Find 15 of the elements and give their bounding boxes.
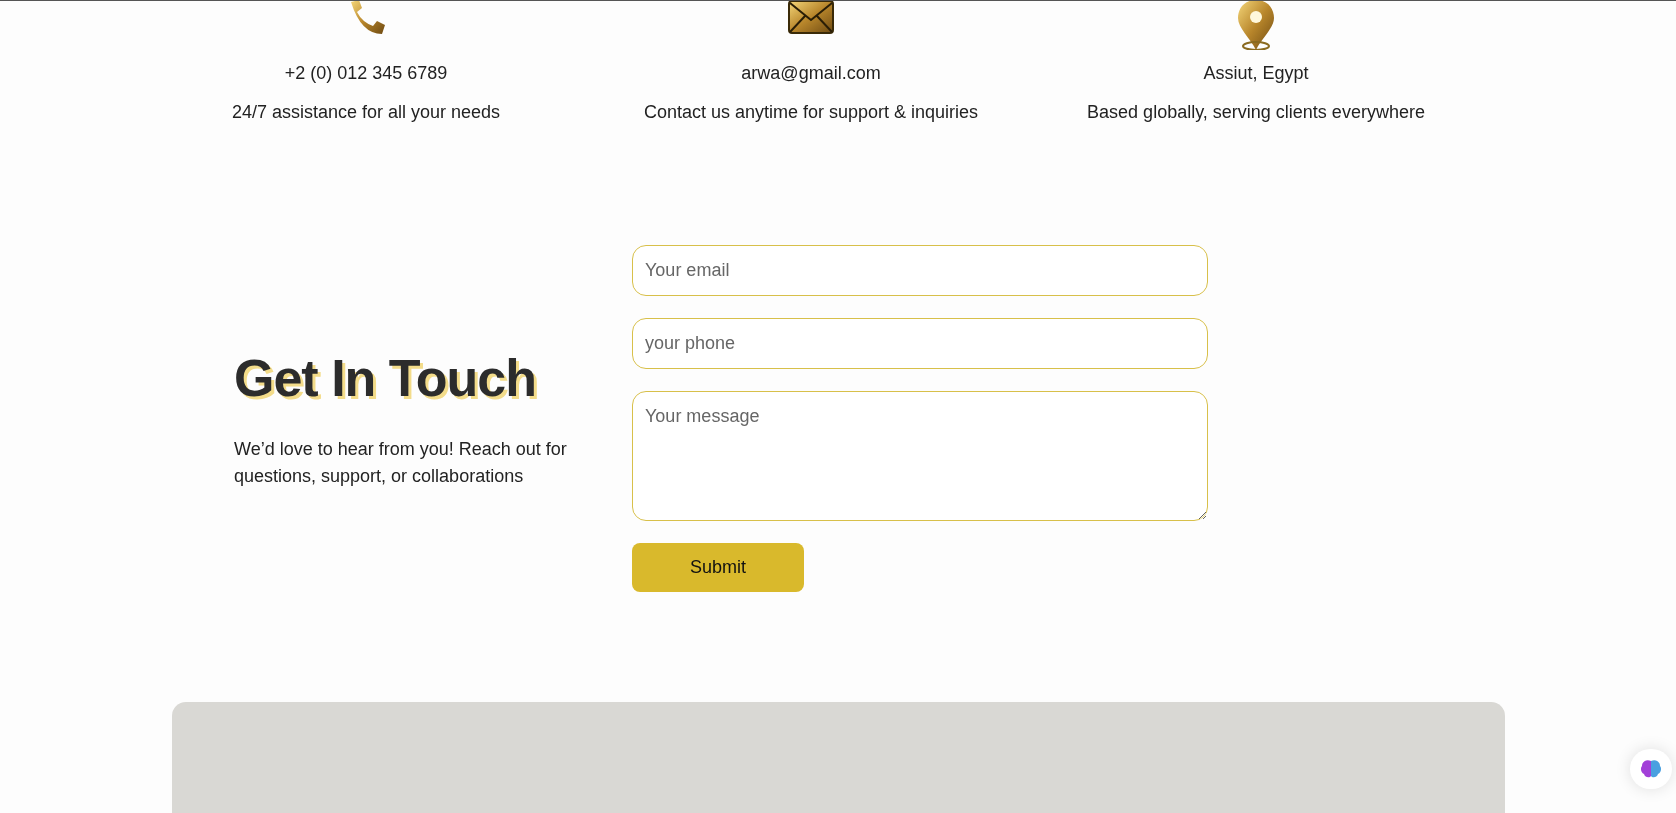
- submit-button[interactable]: Submit: [632, 543, 804, 592]
- message-field[interactable]: Your message: [632, 391, 1208, 521]
- brain-icon: [1640, 759, 1662, 779]
- input-field[interactable]: Your email: [632, 245, 1208, 296]
- contact-description: Contact us anytime for support & inquiries: [643, 102, 979, 123]
- contact-value: Assiut, Egypt: [1203, 63, 1309, 84]
- envelope-icon: [788, 1, 834, 34]
- contact-description: 24/7 assistance for all your needs: [231, 102, 501, 123]
- intro-paragraph: We’d love to hear from you! Reach out for questions, support, or collaborations: [234, 437, 568, 488]
- contact-description: Based globally, serving clients everywhere: [1087, 102, 1425, 123]
- contact-value: arwa@gmail.com: [741, 63, 881, 84]
- input-field[interactable]: your phone: [632, 318, 1208, 369]
- section-heading: Get In Touch: [234, 347, 536, 408]
- contact-value: +2 (0) 012 345 6789: [284, 63, 448, 84]
- assistant-button[interactable]: [1630, 749, 1672, 789]
